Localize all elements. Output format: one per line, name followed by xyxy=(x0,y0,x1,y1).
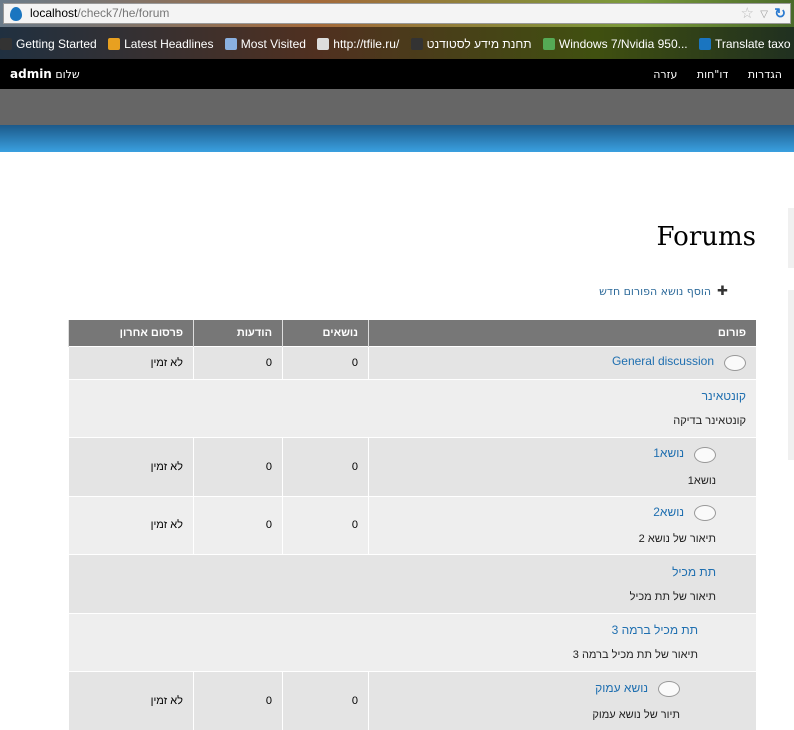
bookmark[interactable]: http://tfile.ru/ xyxy=(317,37,399,51)
forum-link[interactable]: נושא עמוק xyxy=(595,681,648,695)
bookmark-star-icon[interactable]: ☆ xyxy=(741,4,754,23)
forum-row: תת מכיל ברמה 3 תיאור של תת מכיל ברמה 3 xyxy=(68,612,756,671)
forum-link[interactable]: קונטאינר xyxy=(702,389,746,403)
posts-count: 0 xyxy=(193,436,283,496)
forum-cell: נושא עמוק תיור של נושא עמוק xyxy=(368,670,756,730)
bookmark[interactable]: Latest Headlines xyxy=(108,37,213,51)
forum-description: תיאור של תת מכיל xyxy=(629,590,716,603)
admin-toolbar: admin שלום הגדרות דו"חות עזרה xyxy=(0,59,794,89)
site-favicon-icon xyxy=(10,7,22,21)
url-host: localhost xyxy=(30,6,78,20)
user-greeting: admin שלום xyxy=(10,67,80,81)
forum-link[interactable]: תת מכיל xyxy=(672,565,716,579)
forum-row: תת מכיל תיאור של תת מכיל xyxy=(68,553,756,613)
forum-row: נושא2 תיאור של נושא 2 0 0 לא זמין xyxy=(68,495,756,554)
bookmark[interactable]: Translate taxo xyxy=(698,37,791,51)
last-post: לא זמין xyxy=(68,436,194,496)
topics-count: 0 xyxy=(282,436,369,496)
col-last-post: פרסום אחרון xyxy=(68,320,194,346)
col-forum: פורום xyxy=(368,320,756,346)
posts-count: 0 xyxy=(193,495,283,554)
topics-count: 0 xyxy=(282,345,369,379)
posts-count: 0 xyxy=(193,670,283,730)
bookmark[interactable]: Most Visited xyxy=(224,37,306,51)
forum-row: קונטאינר קונטאינר בדיקה xyxy=(68,378,756,437)
browser-toolbar: localhost/check7/he/forum ☆ ▽ ↻ xyxy=(0,0,794,27)
plus-icon: ✚ xyxy=(717,284,728,299)
forum-link[interactable]: General discussion xyxy=(612,354,714,368)
forum-cell: תת מכיל ברמה 3 תיאור של תת מכיל ברמה 3 xyxy=(68,612,756,671)
header-band xyxy=(0,89,794,125)
forum-bubble-icon xyxy=(694,505,716,522)
sidebar-edge xyxy=(788,208,794,268)
username[interactable]: admin xyxy=(10,67,52,81)
bookmark[interactable]: תחנת מידע לסטודנט xyxy=(410,37,532,51)
last-post: לא זמין xyxy=(68,345,194,379)
forum-description: תיאור של תת מכיל ברמה 3 xyxy=(572,649,698,661)
last-post: לא זמין xyxy=(68,670,194,730)
topics-count: 0 xyxy=(282,495,369,554)
forum-description: קונטאינר בדיקה xyxy=(673,415,746,427)
forum-link[interactable]: נושא2 xyxy=(653,505,684,519)
dropdown-icon[interactable]: ▽ xyxy=(760,5,768,24)
col-posts: הודעות xyxy=(193,320,283,346)
bookmarks-bar: Getting Started Latest Headlines Most Vi… xyxy=(0,27,794,59)
forum-description: תיור של נושא עמוק xyxy=(592,708,680,721)
last-post: לא זמין xyxy=(68,495,194,554)
add-forum-topic-link[interactable]: ✚הוסף נושא הפורום חדש xyxy=(599,284,728,299)
forum-bubble-icon xyxy=(724,354,746,371)
forum-bubble-icon xyxy=(658,680,680,697)
forum-link[interactable]: תת מכיל ברמה 3 xyxy=(612,623,698,637)
menu-help[interactable]: עזרה xyxy=(653,68,677,81)
forum-row: General discussion 0 0 לא זמין xyxy=(68,345,756,379)
forum-cell: נושא1 נושא1 xyxy=(368,436,756,496)
forum-cell: תת מכיל תיאור של תת מכיל xyxy=(68,553,756,613)
address-bar[interactable]: localhost/check7/he/forum ☆ ▽ ↻ xyxy=(3,3,791,24)
forum-row: נושא עמוק תיור של נושא עמוק 0 0 לא זמין xyxy=(68,670,756,730)
forum-row: נושא1 נושא1 0 0 לא זמין xyxy=(68,436,756,496)
posts-count: 0 xyxy=(193,345,283,379)
col-topics: נושאים xyxy=(282,320,369,346)
menu-reports[interactable]: דו"חות xyxy=(697,68,728,81)
topics-count: 0 xyxy=(282,670,369,730)
bookmark[interactable]: Windows 7/Nvidia 950... xyxy=(542,37,688,51)
menu-settings[interactable]: הגדרות xyxy=(748,68,782,81)
forum-description: נושא1 xyxy=(687,474,716,487)
forum-description: תיאור של נושא 2 xyxy=(638,533,716,546)
forum-cell: General discussion xyxy=(368,345,756,379)
forum-cell: נושא2 תיאור של נושא 2 xyxy=(368,495,756,554)
forum-bubble-icon xyxy=(694,446,716,463)
forum-table: פורום נושאים הודעות פרסום אחרון General … xyxy=(68,320,756,730)
forum-link[interactable]: נושא1 xyxy=(653,446,684,460)
sidebar-edge xyxy=(788,290,794,460)
page-title: Forums xyxy=(656,222,756,252)
bookmark[interactable]: Getting Started xyxy=(0,37,97,51)
reload-icon[interactable]: ↻ xyxy=(774,4,786,23)
url-path: /check7/he/forum xyxy=(77,6,170,20)
header-gradient xyxy=(0,125,794,152)
forum-cell: קונטאינר קונטאינר בדיקה xyxy=(68,378,756,437)
